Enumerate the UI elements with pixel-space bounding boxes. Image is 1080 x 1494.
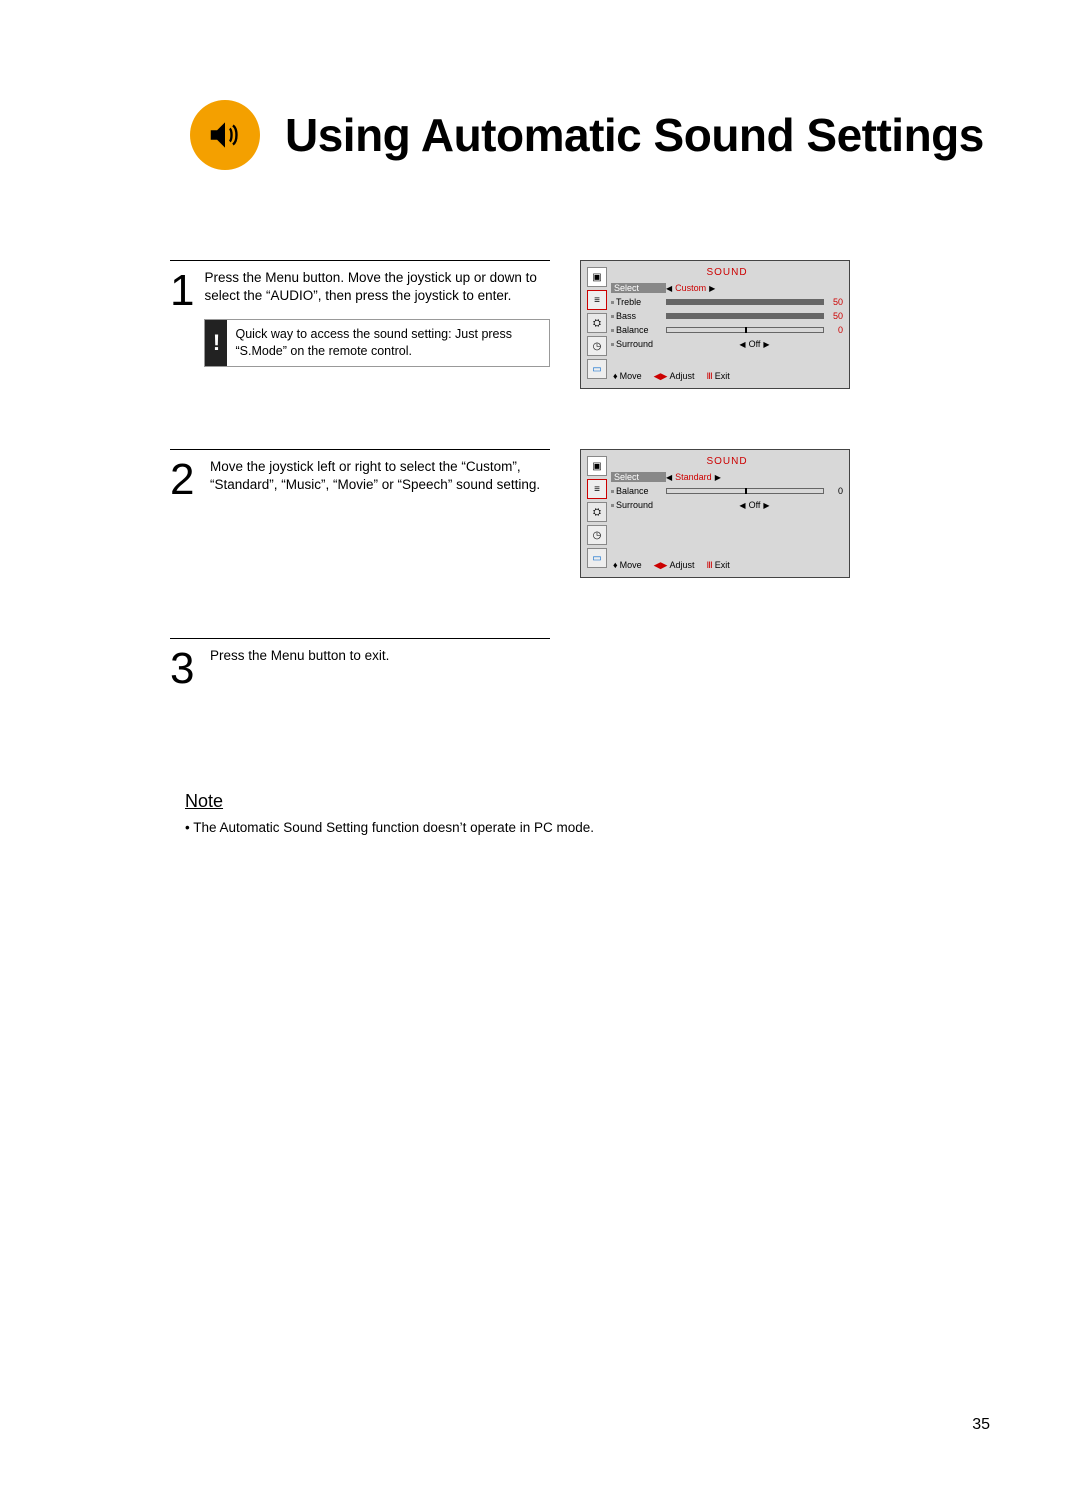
osd-tab-function-icon: ⛭ — [587, 313, 607, 333]
note-bullet: • The Automatic Sound Setting function d… — [185, 820, 990, 835]
osd2-surround-value: Off — [749, 500, 761, 510]
osd-balance-label: Balance — [616, 325, 649, 335]
step-3: 3 Press the Menu button to exit. — [170, 638, 990, 691]
speaker-icon — [190, 100, 260, 170]
osd-screenshot-1: ▣ ≡ ⛭ ◷ ▭ SOUND Select◀Custom▶ Treble50 … — [580, 260, 850, 389]
osd-bass-value: 50 — [829, 311, 843, 321]
osd-surround-label: Surround — [616, 339, 653, 349]
tip-box: ! Quick way to access the sound setting:… — [204, 319, 550, 367]
osd-tab-picture-icon: ▣ — [587, 267, 607, 287]
step-2-number: 2 — [170, 458, 200, 502]
osd2-select-label: Select — [611, 472, 666, 482]
osd-select-value: Custom — [675, 283, 706, 293]
osd2-footer-adjust: Adjust — [669, 560, 694, 570]
osd-treble-value: 50 — [829, 297, 843, 307]
osd-tab-clock-icon: ◷ — [587, 336, 607, 356]
step-2: 2 Move the joystick left or right to sel… — [170, 449, 990, 578]
step-3-number: 3 — [170, 647, 200, 691]
step-2-text: Move the joystick left or right to selec… — [210, 458, 550, 502]
step-1: 1 Press the Menu button. Move the joysti… — [170, 260, 990, 389]
tip-text: Quick way to access the sound setting: J… — [227, 320, 549, 366]
note-section: Note • The Automatic Sound Setting funct… — [185, 791, 990, 835]
osd2-balance-value: 0 — [829, 486, 843, 496]
page-title: Using Automatic Sound Settings — [285, 108, 984, 162]
osd-balance-value: 0 — [829, 325, 843, 335]
osd-tab-function-icon: ⛭ — [587, 502, 607, 522]
exclamation-icon: ! — [205, 320, 227, 366]
osd2-surround-label: Surround — [616, 500, 653, 510]
osd-footer-adjust: Adjust — [669, 371, 694, 381]
osd-tab-picture-icon: ▣ — [587, 456, 607, 476]
osd-select-label: Select — [611, 283, 666, 293]
step-1-text: Press the Menu button. Move the joystick… — [204, 269, 550, 305]
osd-title: SOUND — [611, 267, 843, 278]
osd-tab-pip-icon: ▭ — [587, 548, 607, 568]
osd2-select-value: Standard — [675, 472, 712, 482]
osd-bass-label: Bass — [616, 311, 636, 321]
page-number: 35 — [972, 1416, 990, 1434]
osd-tab-audio-icon: ≡ — [587, 290, 607, 310]
osd-tab-pip-icon: ▭ — [587, 359, 607, 379]
osd-footer-exit: Exit — [715, 371, 730, 381]
step-1-number: 1 — [170, 269, 194, 367]
osd2-title: SOUND — [611, 456, 843, 467]
step-3-text: Press the Menu button to exit. — [210, 647, 550, 691]
osd-surround-value: Off — [749, 339, 761, 349]
osd2-footer-move: Move — [620, 560, 642, 570]
note-header: Note — [185, 791, 990, 812]
osd-footer-move: Move — [620, 371, 642, 381]
page-header: Using Automatic Sound Settings — [190, 100, 990, 170]
osd2-balance-label: Balance — [616, 486, 649, 496]
osd-tab-audio-icon: ≡ — [587, 479, 607, 499]
osd-tab-clock-icon: ◷ — [587, 525, 607, 545]
osd-screenshot-2: ▣ ≡ ⛭ ◷ ▭ SOUND Select◀Standard▶ Balance… — [580, 449, 850, 578]
osd2-footer-exit: Exit — [715, 560, 730, 570]
osd-treble-label: Treble — [616, 297, 641, 307]
